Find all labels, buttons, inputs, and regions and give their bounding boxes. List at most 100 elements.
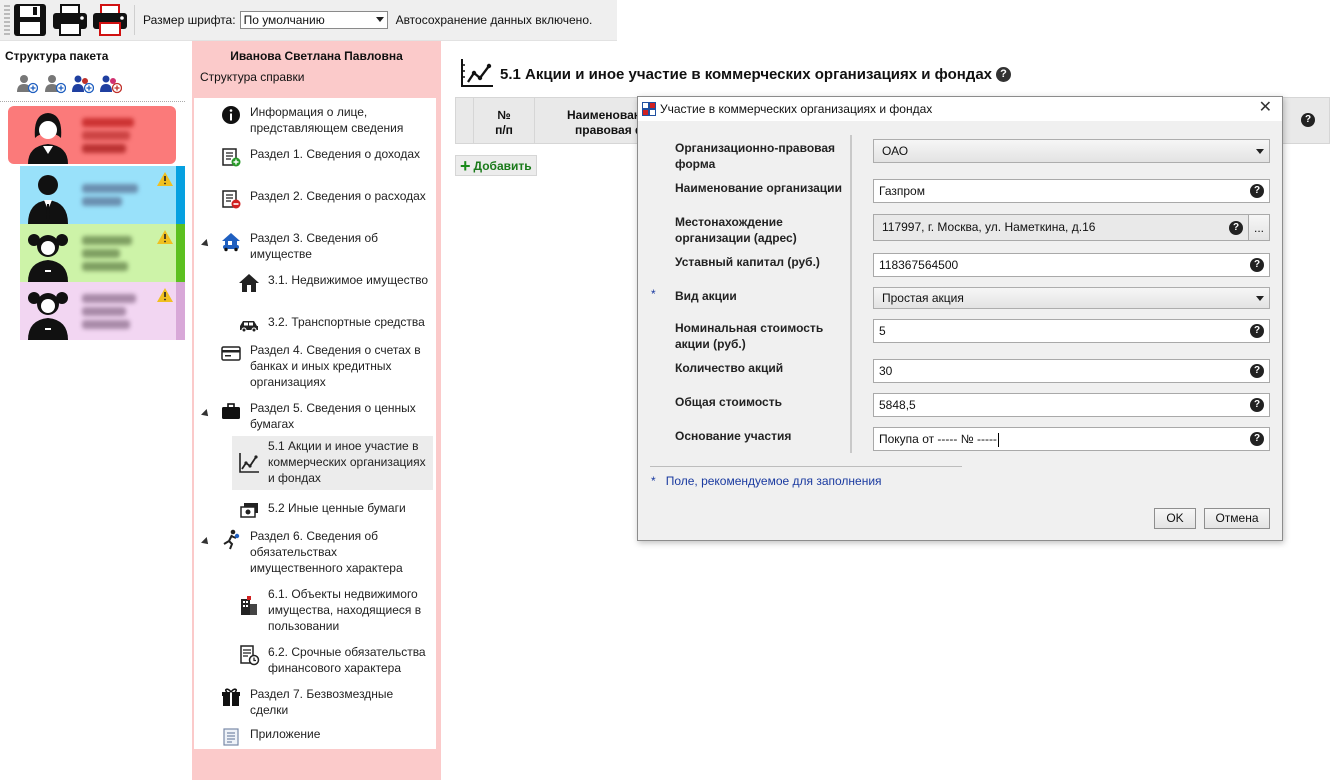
dialog-titlebar[interactable]: Участие в коммерческих организациях и фо… [638,97,1282,121]
cancel-button[interactable]: Отмена [1204,508,1270,529]
tree-item-3-2[interactable]: 3.2. Транспортные средства [238,314,430,336]
warning-icon [157,288,173,302]
column-header-name[interactable]: Наименован правовая ф [535,98,645,143]
org-address-field[interactable]: 117997, г. Москва, ул. Наметкина, д.16 ? [873,214,1249,241]
font-size-label: Размер шрифта: [143,13,236,27]
tree-item-5-2[interactable]: 5.2 Иные ценные бумаги [238,500,430,522]
help-icon[interactable]: ? [1250,432,1264,446]
securities-icon [238,500,260,522]
card-scroll-strip [176,166,185,224]
help-icon[interactable]: ? [1250,184,1264,198]
address-browse-button[interactable]: ... [1248,214,1270,241]
help-icon[interactable]: ? [1301,113,1315,127]
org-name-input[interactable]: Газпром ? [873,179,1270,203]
tree-item-section-5[interactable]: Раздел 5. Сведения о ценных бумагах [220,400,430,432]
text-cursor [997,432,999,447]
house-icon [238,272,260,294]
tree-item-label: 6.2. Срочные обязательства финансового х… [268,645,426,675]
stocks-chart-icon [461,59,493,87]
total-input[interactable]: 5848,5 ? [873,393,1270,417]
nominal-input[interactable]: 5 ? [873,319,1270,343]
required-note-star: * [651,474,656,488]
add-child-female-icon[interactable] [100,74,122,94]
tree-item-6-1[interactable]: 6.1. Объекты недвижимого имущества, нахо… [238,586,430,634]
column-header-number-text: № п/п [495,108,513,137]
print-icon [53,4,87,36]
autosave-status: Автосохранение данных включено. [395,13,593,27]
expand-triangle-icon[interactable] [201,239,211,249]
tree-item-label: 6.1. Объекты недвижимого имущества, нахо… [268,587,422,633]
print-red-button[interactable] [90,1,130,39]
share-type-value: Простая акция [882,291,964,305]
help-icon[interactable]: ? [1250,258,1264,272]
stocks-chart-icon [238,452,260,474]
person-card-declarant[interactable] [8,106,176,164]
required-note-text: Поле, рекомендуемое для заполнения [665,474,882,488]
font-size-select[interactable]: По умолчанию [239,11,388,29]
save-button[interactable] [10,1,50,39]
field-label-total: Общая стоимость [675,395,782,409]
tree-item-section-4[interactable]: Раздел 4. Сведения о счетах в банках и и… [220,342,434,390]
share-type-select[interactable]: Простая акция [873,287,1270,309]
tree-item-attachment[interactable]: Приложение [220,726,430,748]
tree-item-label: 3.1. Недвижимое имущество [268,273,429,287]
briefcase-icon [220,400,242,422]
ok-button[interactable]: OK [1154,508,1196,529]
field-label-org-address: Местонахождение организации (адрес) [675,215,797,245]
save-icon [14,4,46,36]
basis-input[interactable]: Покупа от ----- № ----- ? [873,427,1270,451]
print-button[interactable] [50,1,90,39]
property-icon [220,230,242,252]
page-title: 5.1 Акции и иное участие в коммерческих … [459,59,1012,89]
add-child-icon[interactable] [72,74,94,94]
tree-item-section-7[interactable]: Раздел 7. Безвозмездные сделки [220,686,430,718]
tree-item-info[interactable]: Информация о лице, представляющем сведен… [220,104,430,136]
person-card-spouse[interactable] [20,166,185,224]
reference-structure-label: Структура справки [200,70,305,84]
tree-item-3-1[interactable]: 3.1. Недвижимое имущество [238,272,430,294]
org-form-select[interactable]: ОАО [873,139,1270,163]
chevron-down-icon [1256,296,1264,301]
expand-triangle-icon[interactable] [201,537,211,547]
tree-item-section-1[interactable]: Раздел 1. Сведения о доходах [220,146,430,168]
person-actions [16,74,122,94]
reference-panel: Иванова Светлана Павловна Структура спра… [192,41,441,780]
tree-item-label: Раздел 6. Сведения об обязательствах иму… [250,529,403,575]
help-icon[interactable]: ? [1229,221,1243,235]
tree-item-section-2[interactable]: Раздел 2. Сведения о расходах [220,188,430,210]
tree-item-label: 5.1 Акции и иное участие в коммерческих … [268,439,426,485]
person-card-child-1[interactable] [20,224,185,282]
add-person-icon[interactable] [16,74,38,94]
tree-item-section-6[interactable]: Раздел 6. Сведения об обязательствах иму… [220,528,430,576]
add-spouse-icon[interactable] [44,74,66,94]
expand-triangle-icon[interactable] [201,409,211,419]
add-button[interactable]: + Добавить [455,155,537,176]
tree-item-section-3[interactable]: Раздел 3. Сведения об имуществе [220,230,430,262]
help-icon[interactable]: ? [1250,324,1264,338]
app-icon [642,102,656,116]
close-icon[interactable]: ✕ [1259,100,1272,116]
person-name-blurred [82,287,152,335]
person-card-child-2[interactable] [20,282,185,340]
column-header-name-line2: правовая ф [575,123,645,137]
tree-item-label: Приложение [250,727,321,741]
building-icon [238,594,260,616]
plus-icon: + [460,155,471,176]
help-icon[interactable]: ? [996,66,1012,82]
dialog-column-divider [850,135,852,453]
quantity-input[interactable]: 30 ? [873,359,1270,383]
toolbar: Размер шрифта: По умолчанию Автосохранен… [0,0,617,41]
add-button-label: Добавить [473,158,532,173]
card-scroll-strip [176,224,185,282]
help-icon[interactable]: ? [1250,364,1264,378]
help-icon[interactable]: ? [1250,398,1264,412]
info-icon [220,104,242,126]
font-size-value: По умолчанию [243,13,325,27]
tree-item-5-1[interactable]: 5.1 Акции и иное участие в коммерческих … [232,436,433,490]
tree-item-6-2[interactable]: 6.2. Срочные обязательства финансового х… [238,644,430,676]
field-label-org-name: Наименование организации [675,181,842,195]
column-header-number[interactable]: № п/п [473,98,535,143]
capital-input[interactable]: 118367564500 ? [873,253,1270,277]
gift-icon [220,686,242,708]
reference-tree: Информация о лице, представляющем сведен… [194,98,436,749]
